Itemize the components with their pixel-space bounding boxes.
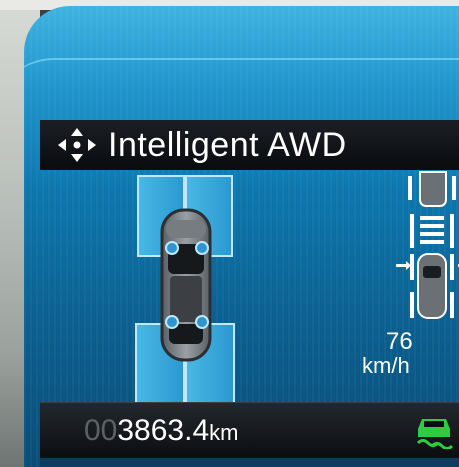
- odometer-unit: km: [209, 420, 239, 445]
- odometer-readout: 003863.4km: [84, 413, 238, 451]
- car-distance-icon: [396, 253, 459, 319]
- page-title: Intelligent AWD: [108, 126, 347, 164]
- title-bar: Intelligent AWD: [40, 120, 459, 170]
- odometer-bar: 003863.4km: [40, 402, 459, 459]
- car-top-view: [160, 208, 212, 362]
- speed-value: 76: [386, 328, 413, 355]
- cluster-display: Intelligent AWD 76 km/h 003863.4km: [24, 6, 459, 467]
- car-rear-icon: [408, 171, 456, 207]
- odometer-value: 3863.4: [117, 414, 210, 447]
- odometer-leading-zeros: 00: [84, 414, 118, 447]
- speed-unit: km/h: [362, 353, 410, 378]
- stability-control-icon: [414, 415, 454, 450]
- awd-arrows-icon: [54, 125, 100, 165]
- lane-lines-icon: [410, 214, 454, 248]
- bottom-strip: [40, 458, 459, 467]
- awd-diagram: [132, 172, 242, 408]
